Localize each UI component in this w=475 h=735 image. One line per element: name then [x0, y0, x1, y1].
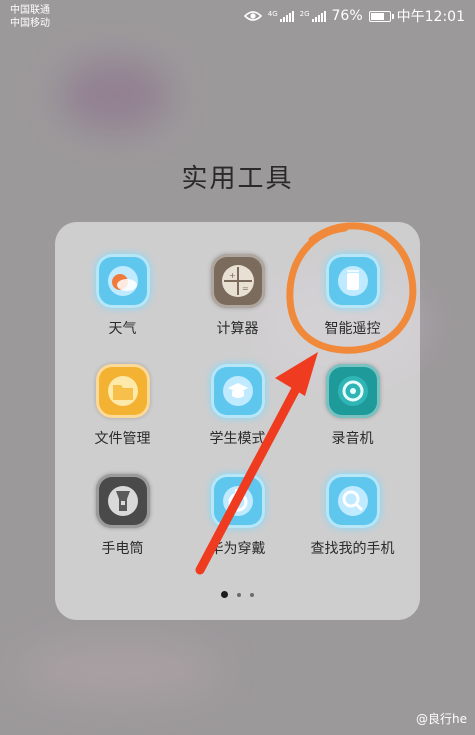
app-label: 录音机	[331, 431, 374, 447]
app-label: 华为穿戴	[209, 541, 266, 557]
app-label: 学生模式	[209, 431, 266, 447]
app-folder: 天气 + = 计算器 智能遥控 文件管理 学生模式 录音机 手电筒 华为穿戴 查…	[55, 222, 420, 620]
recorder-icon	[325, 364, 380, 418]
svg-text:+: +	[229, 271, 236, 280]
app-calculator[interactable]: + = 计算器	[180, 254, 295, 338]
battery-percent: 76%	[331, 8, 363, 24]
app-wearable[interactable]: 华为穿戴	[180, 474, 295, 558]
wallpaper-blur	[20, 640, 220, 700]
app-label: 智能遥控	[324, 321, 381, 337]
app-flashlight[interactable]: 手电筒	[65, 474, 180, 558]
page-dot[interactable]	[221, 591, 228, 598]
app-label: 查找我的手机	[310, 541, 395, 557]
svg-text:=: =	[242, 284, 249, 293]
flashlight-icon	[95, 474, 150, 528]
signal-1-icon: 4G	[268, 10, 294, 22]
app-recorder[interactable]: 录音机	[295, 364, 410, 448]
app-label: 文件管理	[94, 431, 151, 447]
battery-icon	[368, 10, 394, 22]
folder-title[interactable]: 实用工具	[0, 158, 475, 195]
app-label: 手电筒	[101, 541, 144, 557]
app-file-manager[interactable]: 文件管理	[65, 364, 180, 448]
app-grid: 天气 + = 计算器 智能遥控 文件管理 学生模式 录音机 手电筒 华为穿戴 查…	[65, 254, 410, 558]
app-label: 天气	[108, 321, 137, 337]
weather-icon	[95, 254, 150, 308]
status-bar: 中国联通 中国移动 4G 2G 76% 中午12:01	[0, 0, 475, 32]
signal-2-icon: 2G	[300, 10, 326, 22]
carrier-2: 中国移动	[10, 18, 50, 29]
signal-2-tag: 2G	[299, 10, 310, 18]
folder-icon	[95, 364, 150, 418]
app-label: 计算器	[216, 321, 259, 337]
find-phone-icon	[325, 474, 380, 528]
status-icons: 4G 2G 76% 中午12:01	[243, 6, 465, 26]
clock: 中午12:01	[396, 9, 465, 25]
page-dot[interactable]	[250, 592, 254, 597]
wearable-icon	[210, 474, 265, 528]
wallpaper-blur	[60, 60, 170, 130]
signal-1-tag: 4G	[267, 10, 278, 18]
eye-comfort-icon	[243, 11, 262, 21]
carrier-info: 中国联通 中国移动	[10, 4, 50, 30]
battery-fill	[370, 12, 384, 20]
app-weather[interactable]: 天气	[65, 254, 180, 338]
page-dot[interactable]	[237, 592, 241, 597]
watermark: @良行he	[416, 712, 467, 726]
remote-control-icon	[325, 254, 380, 308]
carrier-1: 中国联通	[10, 5, 50, 16]
page-indicator	[55, 591, 420, 598]
app-remote-control[interactable]: 智能遥控	[295, 254, 410, 338]
app-student-mode[interactable]: 学生模式	[180, 364, 295, 448]
app-find-phone[interactable]: 查找我的手机	[295, 474, 410, 558]
calculator-icon: + =	[210, 254, 265, 308]
student-mode-icon	[210, 364, 265, 418]
